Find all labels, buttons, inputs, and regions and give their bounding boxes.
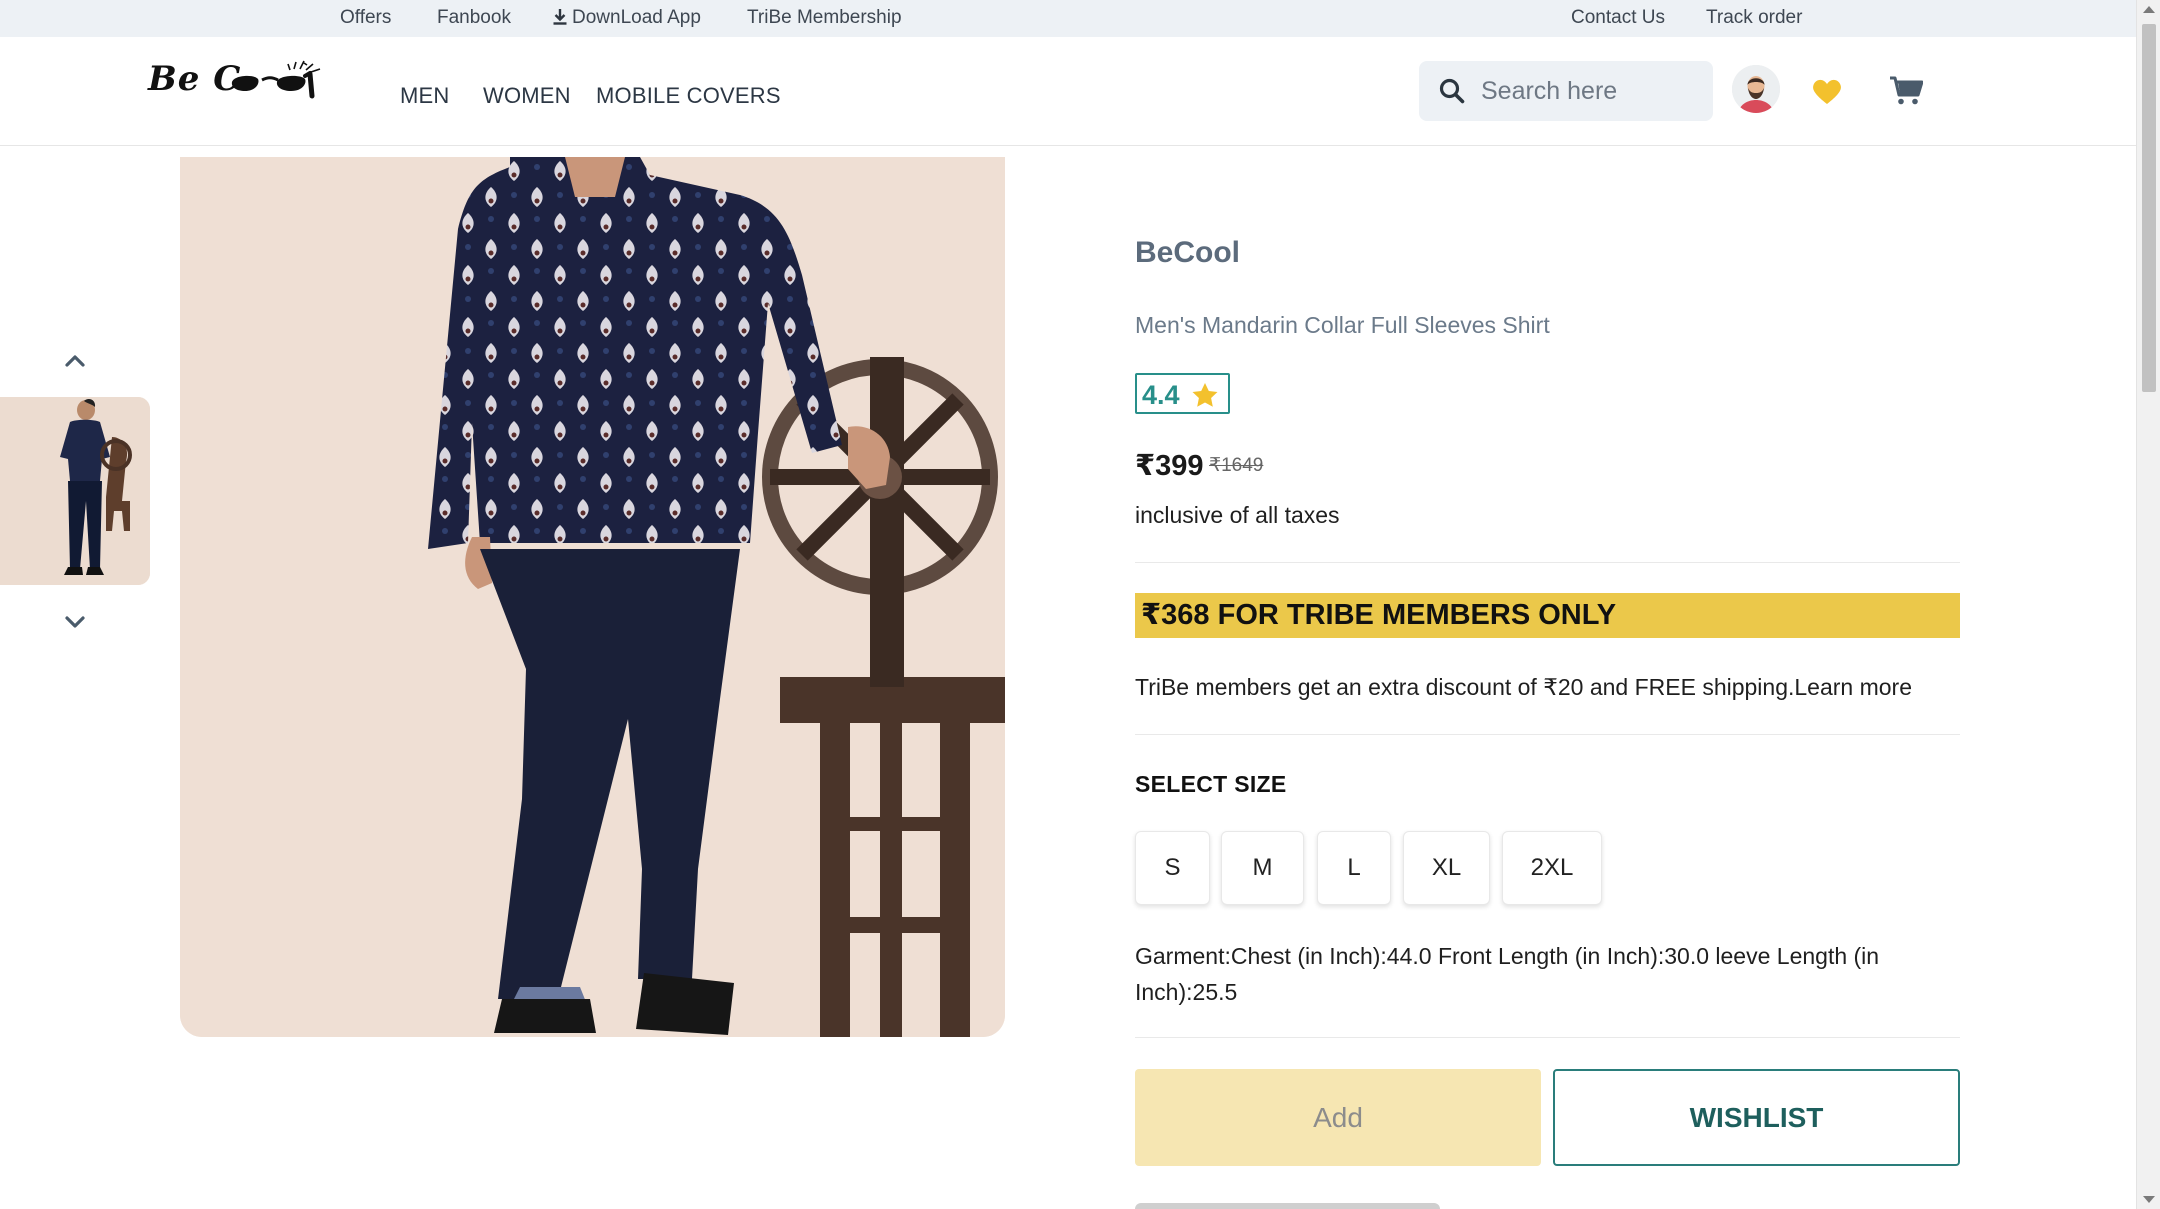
divider — [1135, 734, 1960, 735]
select-size-title: SELECT SIZE — [1135, 771, 1287, 797]
next-section-edge — [1135, 1203, 1440, 1209]
heart-icon[interactable] — [1812, 79, 1842, 105]
size-option-s[interactable]: S — [1135, 831, 1210, 905]
size-option-l[interactable]: L — [1317, 831, 1391, 905]
wishlist-button[interactable]: WISHLIST — [1553, 1069, 1960, 1166]
download-app-label: DownLoad App — [572, 7, 701, 28]
rating-badge: 4.4 — [1135, 373, 1230, 414]
user-avatar-icon — [1732, 65, 1780, 113]
contact-us-link[interactable]: Contact Us — [1571, 0, 1665, 37]
track-order-link[interactable]: Track order — [1706, 0, 1802, 37]
add-to-cart-button[interactable]: Add — [1135, 1069, 1541, 1166]
download-icon — [553, 9, 567, 25]
top-utility-bar: Offers Fanbook DownLoad App TriBe Member… — [0, 0, 2136, 37]
chevron-up-icon[interactable] — [58, 344, 92, 378]
tribe-info-text: TriBe members get an extra discount of ₹… — [1135, 674, 1912, 701]
product-brand: BeCool — [1135, 236, 1240, 269]
fanbook-link[interactable]: Fanbook — [437, 0, 511, 37]
nav-men[interactable]: MEN — [400, 83, 450, 109]
download-app-link[interactable]: DownLoad App — [552, 0, 701, 37]
size-option-xl[interactable]: XL — [1403, 831, 1490, 905]
product-main-image[interactable] — [180, 157, 1005, 1037]
original-price: ₹1649 — [1209, 455, 1264, 476]
scroll-up-arrow[interactable] — [2143, 6, 2155, 13]
tribe-membership-link[interactable]: TriBe Membership — [747, 0, 902, 37]
divider — [1135, 562, 1960, 563]
product-name: Men's Mandarin Collar Full Sleeves Shirt — [1135, 312, 1550, 338]
cart-icon[interactable] — [1889, 76, 1923, 106]
main-header: Be C MEN WOMEN MOBILE COVERS — [0, 37, 2136, 146]
taxes-note: inclusive of all taxes — [1135, 502, 1340, 528]
scroll-down-arrow[interactable] — [2143, 1196, 2155, 1203]
product-photo — [180, 157, 1005, 1037]
search-box[interactable] — [1419, 61, 1713, 121]
offers-link[interactable]: Offers — [340, 0, 391, 37]
product-thumbnail[interactable] — [0, 397, 150, 585]
rating-value: 4.4 — [1142, 380, 1180, 410]
garment-measurements: Garment:Chest (in Inch):44.0 Front Lengt… — [1135, 943, 1880, 1005]
nav-women[interactable]: WOMEN — [483, 83, 571, 109]
search-input[interactable] — [1481, 61, 1701, 121]
tribe-discount-text: TriBe members get an extra discount of ₹… — [1135, 674, 1795, 700]
page-scrollbar[interactable] — [2136, 0, 2160, 1209]
becool-logo[interactable]: Be C — [144, 49, 344, 105]
star-icon — [1192, 383, 1218, 407]
avatar[interactable] — [1732, 65, 1780, 113]
chevron-down-icon[interactable] — [58, 605, 92, 639]
sale-price: ₹399 — [1135, 450, 1204, 482]
tribe-price-banner: ₹368 FOR TRIBE MEMBERS ONLY — [1135, 593, 1960, 638]
learn-more-link[interactable]: Learn more — [1794, 674, 1912, 700]
product-thumbnail-image — [0, 397, 150, 585]
size-option-m[interactable]: M — [1221, 831, 1304, 905]
nav-mobile-covers[interactable]: MOBILE COVERS — [596, 83, 781, 109]
sunglasses-logo-icon — [231, 60, 321, 99]
size-option-2xl[interactable]: 2XL — [1502, 831, 1602, 905]
scroll-thumb[interactable] — [2142, 24, 2156, 392]
divider — [1135, 1037, 1960, 1038]
search-icon[interactable] — [1439, 78, 1465, 104]
